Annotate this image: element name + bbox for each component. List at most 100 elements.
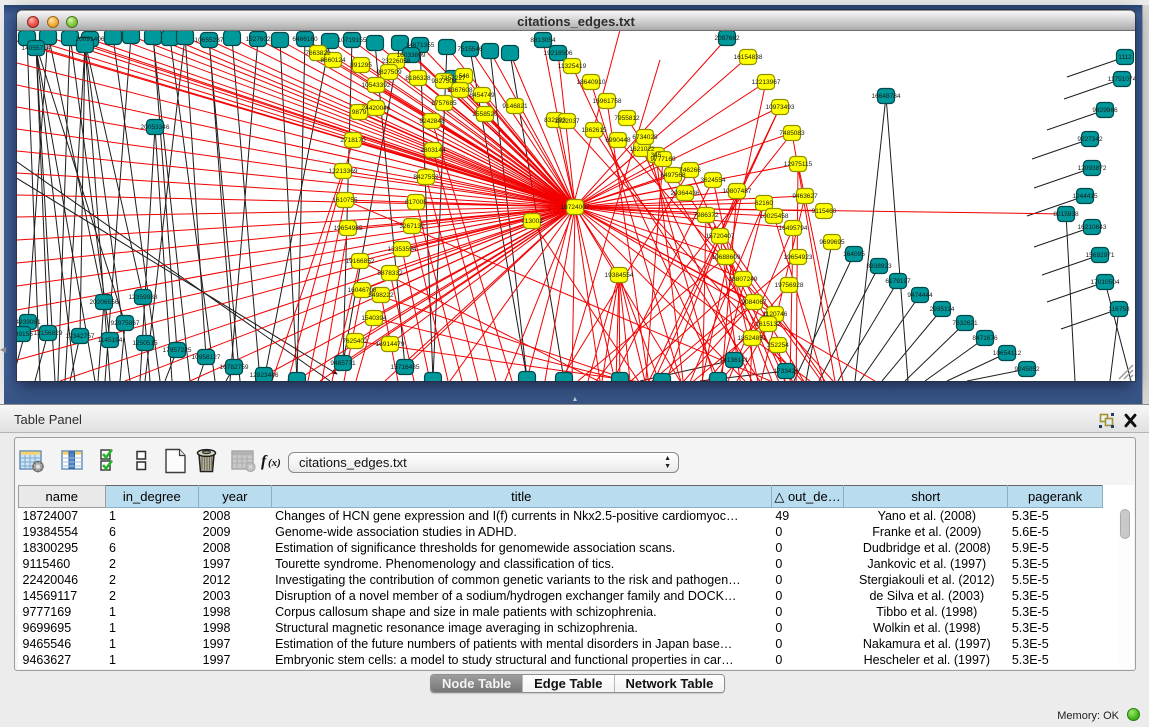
svg-text:6179197: 6179197	[885, 278, 911, 285]
svg-text:1610755: 1610755	[332, 197, 358, 204]
svg-text:252254: 252254	[767, 342, 789, 349]
svg-text:2558520: 2558520	[472, 111, 498, 118]
svg-text:10807487: 10807487	[723, 188, 752, 195]
svg-text:4939061: 4939061	[17, 319, 41, 326]
svg-text:10688609: 10688609	[712, 254, 741, 261]
svg-text:891295: 891295	[350, 62, 372, 69]
svg-text:8427552: 8427552	[413, 174, 439, 181]
svg-text:f: f	[261, 453, 268, 470]
svg-text:13353594: 13353594	[388, 246, 417, 253]
svg-text:9227342: 9227342	[1077, 136, 1103, 143]
svg-text:17010504: 17010504	[1091, 279, 1120, 286]
svg-text:7485083: 7485083	[779, 130, 805, 137]
svg-text:7955812: 7955812	[614, 115, 640, 122]
svg-text:20091406: 20091406	[76, 36, 105, 43]
svg-text:9485771: 9485771	[330, 360, 356, 367]
svg-text:16495794: 16495794	[779, 225, 808, 232]
svg-text:10543392: 10543392	[362, 82, 391, 89]
svg-text:92975867: 92975867	[111, 320, 140, 327]
svg-text:16210643: 16210643	[1078, 224, 1107, 231]
svg-text:16154838: 16154838	[734, 54, 763, 61]
svg-text:1615132: 1615132	[755, 321, 781, 328]
svg-text:6734028: 6734028	[632, 134, 658, 141]
svg-text:12213369: 12213369	[329, 168, 358, 175]
svg-text:939155: 939155	[17, 331, 33, 338]
svg-text:164095: 164095	[843, 251, 865, 258]
svg-text:116753: 116753	[1108, 306, 1130, 313]
svg-text:62160: 62160	[755, 200, 773, 207]
svg-text:7632621: 7632621	[952, 320, 978, 327]
svg-text:8757685: 8757685	[431, 100, 457, 107]
svg-text:18807249: 18807249	[729, 276, 758, 283]
svg-text:546: 546	[459, 73, 470, 80]
svg-text:7625402: 7625402	[342, 338, 368, 345]
svg-text:16648784: 16648784	[872, 93, 901, 100]
svg-text:(x): (x)	[268, 457, 281, 469]
svg-text:19756928: 19756928	[775, 282, 804, 289]
svg-text:12213967: 12213967	[752, 79, 781, 86]
svg-text:1120746: 1120746	[763, 311, 788, 318]
svg-text:11751074: 11751074	[1108, 76, 1135, 83]
svg-text:1244415: 1244415	[1072, 193, 1098, 200]
svg-text:18524851: 18524851	[738, 335, 767, 342]
svg-text:12342757: 12342757	[66, 333, 95, 340]
svg-text:8454749: 8454749	[469, 92, 495, 99]
svg-text:10654112: 10654112	[993, 350, 1022, 357]
svg-text:7663822: 7663822	[305, 50, 331, 57]
svg-text:15716485: 15716485	[391, 364, 420, 371]
svg-text:18640910: 18640910	[577, 79, 606, 86]
svg-text:9084067: 9084067	[741, 299, 767, 306]
svg-text:9879: 9879	[352, 109, 367, 116]
svg-text:5498222: 5498222	[368, 292, 394, 299]
svg-text:1112: 1112	[1118, 54, 1132, 61]
svg-text:8813054: 8813054	[530, 37, 556, 44]
svg-text:14671355: 14671355	[406, 42, 435, 49]
svg-text:1250515: 1250515	[132, 340, 158, 347]
svg-text:19654923: 19654923	[784, 254, 813, 261]
svg-text:7515546: 7515546	[457, 46, 483, 53]
svg-text:12359938: 12359938	[129, 294, 158, 301]
svg-text:8660124: 8660124	[320, 57, 346, 64]
svg-text:19218506: 19218506	[544, 50, 573, 57]
svg-text:20053346: 20053346	[141, 124, 170, 131]
svg-text:17957225: 17957225	[163, 347, 192, 354]
svg-text:10973493: 10973493	[766, 104, 795, 111]
svg-text:16782759: 16782759	[220, 364, 249, 371]
svg-text:12093872: 12093872	[1078, 165, 1107, 172]
svg-text:713002: 713002	[521, 218, 543, 225]
svg-text:8471676: 8471676	[972, 335, 998, 342]
svg-text:7986372: 7986372	[693, 212, 719, 219]
svg-text:10655287: 10655287	[195, 37, 224, 44]
svg-text:9245052: 9245052	[1014, 366, 1040, 373]
svg-text:746266: 746266	[679, 167, 701, 174]
svg-text:15720407: 15720407	[706, 233, 735, 240]
svg-text:10719155: 10719155	[338, 37, 367, 44]
svg-text:2803144: 2803144	[420, 147, 446, 154]
svg-text:8938923: 8938923	[866, 263, 892, 270]
svg-text:3624554: 3624554	[700, 177, 726, 184]
svg-text:1540394: 1540394	[361, 315, 387, 322]
svg-text:20364436: 20364436	[671, 190, 700, 197]
svg-text:9242848: 9242848	[419, 118, 445, 125]
svg-text:9827509: 9827509	[376, 69, 402, 76]
svg-text:9115460: 9115460	[812, 208, 837, 215]
svg-text:19166852: 19166852	[346, 258, 375, 265]
svg-text:9146821: 9146821	[502, 103, 528, 110]
svg-text:15692971: 15692971	[1086, 252, 1115, 259]
svg-text:9327508: 9327508	[431, 78, 457, 85]
svg-text:8186328: 8186328	[405, 75, 431, 82]
svg-text:12923446: 12923446	[250, 372, 279, 379]
svg-text:2087682: 2087682	[714, 35, 740, 42]
svg-text:1733426: 1733426	[773, 368, 799, 375]
svg-text:9829966: 9829966	[1092, 107, 1118, 114]
svg-text:23226058: 23226058	[382, 58, 411, 65]
svg-text:19384554: 19384554	[605, 272, 634, 279]
svg-text:10958127: 10958127	[192, 354, 221, 361]
svg-text:12975115: 12975115	[784, 161, 813, 168]
svg-text:1362615: 1362615	[581, 127, 607, 134]
svg-text:9777169: 9777169	[650, 156, 676, 163]
svg-text:18724007: 18724007	[561, 204, 590, 211]
svg-text:19654985: 19654985	[334, 225, 363, 232]
svg-text:5878332: 5878332	[377, 270, 403, 277]
svg-text:12156829: 12156829	[34, 330, 63, 337]
